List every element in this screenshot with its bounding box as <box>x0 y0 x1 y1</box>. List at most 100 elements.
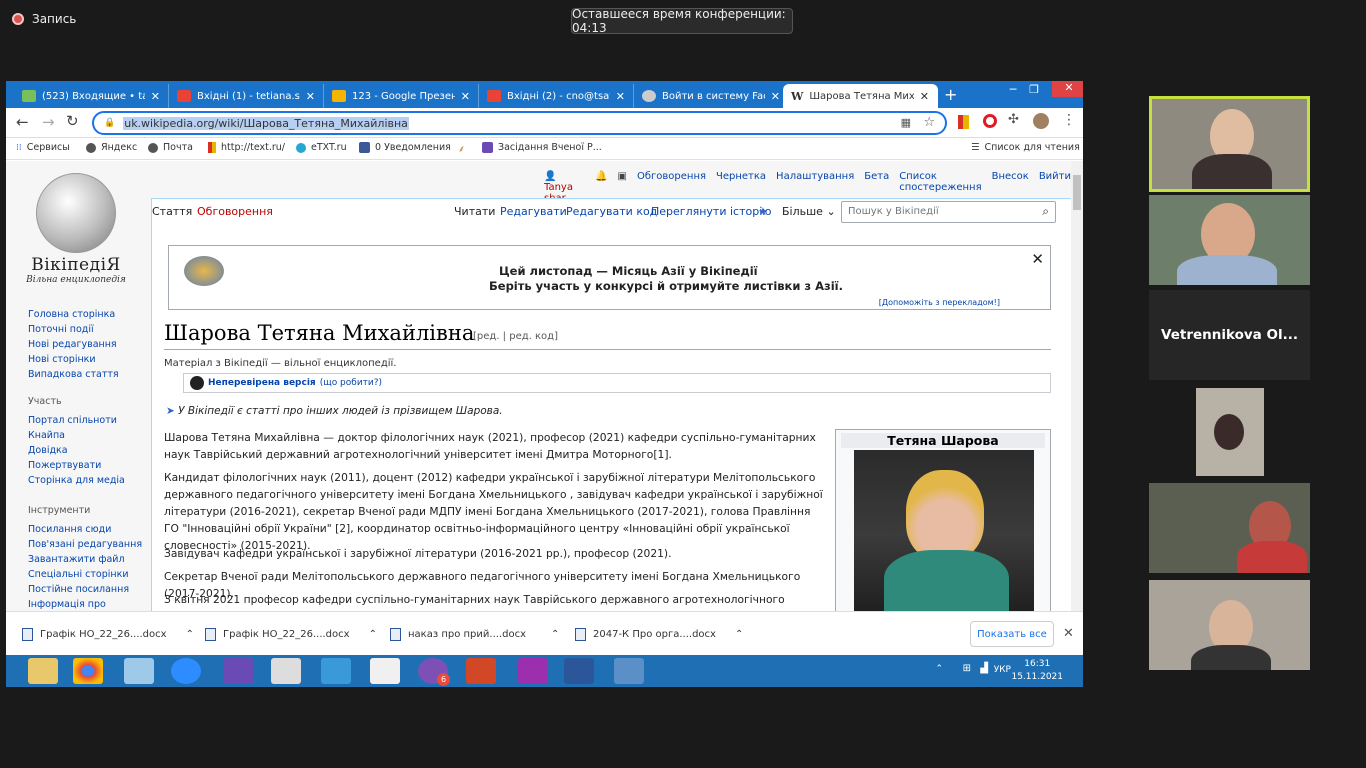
bookmark-item[interactable]: http://text.ru/ <box>208 142 285 153</box>
close-banner-icon[interactable]: ✕ <box>1031 250 1044 268</box>
system-clock[interactable]: 16:31 15.11.2021 <box>1011 658 1063 684</box>
extension-flag-icon[interactable] <box>958 115 969 129</box>
download-item[interactable]: 2047-К Про орга....docx ⌃ <box>575 628 743 641</box>
opera-icon[interactable] <box>983 114 997 128</box>
help-translate-link[interactable]: [Допоможіть з перекладом!] <box>879 298 1000 307</box>
language-indicator[interactable]: УКР <box>994 665 1011 675</box>
tab-read[interactable]: Читати <box>454 205 495 218</box>
word-icon[interactable] <box>564 658 594 684</box>
show-all-button[interactable]: Показать все <box>970 621 1054 647</box>
sidebar-link[interactable]: Випадкова стаття <box>28 369 119 380</box>
sidebar-link[interactable]: Головна сторінка <box>28 309 115 320</box>
close-tab-icon[interactable]: ✕ <box>616 90 625 103</box>
bookmark-item[interactable]: Яндекс <box>86 142 137 153</box>
tray-chevron-icon[interactable]: ⌃ <box>935 664 943 674</box>
sidebar-link[interactable]: Поточні події <box>28 324 94 335</box>
sidebar-link[interactable]: Нові сторінки <box>28 354 96 365</box>
bookmark-item[interactable]: Почта <box>148 142 193 153</box>
forward-icon[interactable]: → <box>42 113 55 131</box>
sidebar-link[interactable]: Кнайпа <box>28 430 65 441</box>
close-tab-icon[interactable]: ✕ <box>306 90 315 103</box>
chrome-icon[interactable] <box>73 658 103 684</box>
close-window-icon[interactable]: ✕ <box>1052 81 1083 97</box>
tab-edit[interactable]: Редагувати <box>500 205 567 218</box>
sidebar-link[interactable]: Посилання сюди <box>28 524 111 535</box>
participant-video[interactable] <box>1196 388 1264 476</box>
sidebar-link[interactable]: Інформація про <box>28 599 106 610</box>
chevron-up-icon[interactable]: ⌃ <box>551 629 559 640</box>
tab-more[interactable]: Більше ⌄ <box>782 205 836 218</box>
zoom-icon[interactable] <box>171 658 201 684</box>
participant-video[interactable] <box>1149 580 1310 670</box>
bookmark-item[interactable]: ⸙ <box>458 142 465 155</box>
qr-icon[interactable]: ▦ <box>901 116 911 129</box>
person-photo[interactable] <box>854 450 1034 611</box>
browser-tab-active[interactable]: WШарова Тетяна Михайл✕ <box>783 84 938 108</box>
monitor-icon[interactable] <box>321 658 351 684</box>
download-item[interactable]: Графік НО_22_26....docx ⌃ <box>22 628 194 641</box>
sidebar-link[interactable]: Постійне посилання <box>28 584 129 595</box>
close-tab-icon[interactable]: ✕ <box>920 90 929 103</box>
sidebar-link[interactable]: Пов'язані редагування <box>28 539 142 550</box>
network-icon[interactable]: ⊞ <box>963 663 971 674</box>
chevron-up-icon[interactable]: ⌃ <box>186 629 194 640</box>
browser-tab[interactable]: Вхідні (2) - cno@tsatu.e✕ <box>479 84 634 108</box>
tab-edit-source[interactable]: Редагувати код <box>566 205 657 218</box>
sidebar-link[interactable]: Пожертвувати <box>28 460 101 471</box>
unverified-link[interactable]: Неперевірена версія <box>208 378 316 388</box>
reading-list-button[interactable]: ☰ Список для чтения <box>971 142 1080 153</box>
close-tab-icon[interactable]: ✕ <box>461 90 470 103</box>
sidebar-link[interactable]: Сторінка для медіа <box>28 475 125 486</box>
back-icon[interactable]: ← <box>16 113 29 131</box>
participant-video[interactable] <box>1149 195 1310 285</box>
what-to-do-link[interactable]: (що робити?) <box>320 378 382 388</box>
wiki-search-input[interactable]: Пошук у Вікіпедії ⌕ <box>841 201 1056 223</box>
sidebar-link[interactable]: Довідка <box>28 445 68 456</box>
profile-avatar[interactable] <box>1033 113 1049 129</box>
calculator-icon[interactable] <box>271 658 301 684</box>
sidebar-link[interactable]: Нові редагування <box>28 339 117 350</box>
page-scrollbar[interactable] <box>1071 161 1083 611</box>
bookmark-item[interactable]: Засідання Вченої Р... <box>482 142 602 153</box>
reload-icon[interactable]: ↻ <box>66 112 79 130</box>
menu-kebab-icon[interactable]: ⋮ <box>1062 112 1076 128</box>
network-app-icon[interactable] <box>614 658 644 684</box>
extensions-puzzle-icon[interactable]: ✣ <box>1008 112 1019 127</box>
bookmark-item[interactable]: 0 Уведомления <box>359 142 451 153</box>
participant-video[interactable] <box>1149 483 1310 573</box>
participant-video-active[interactable] <box>1149 96 1310 192</box>
browser-tab[interactable]: 123 - Google Презентаці✕ <box>324 84 479 108</box>
browser-tab[interactable]: Вхідні (1) - tetiana.sharo✕ <box>169 84 324 108</box>
sidebar-link[interactable]: Завантажити файл <box>28 554 125 565</box>
powerpoint-icon[interactable] <box>466 658 496 684</box>
file-explorer-icon[interactable] <box>28 658 58 684</box>
notepad-icon[interactable] <box>124 658 154 684</box>
bookmark-item[interactable]: eTXT.ru <box>296 142 347 153</box>
url-input[interactable]: 🔒 uk.wikipedia.org/wiki/Шарова_Тетяна_Ми… <box>92 111 947 135</box>
signal-icon[interactable]: ▟ <box>980 663 988 674</box>
new-tab-button[interactable]: + <box>944 85 957 104</box>
edit-links[interactable]: [ред. | ред. код] <box>473 331 558 342</box>
close-tab-icon[interactable]: ✕ <box>151 90 160 103</box>
search-icon[interactable]: ⌕ <box>1042 204 1049 219</box>
watch-star-icon[interactable]: ★ <box>758 205 768 218</box>
participant-name-tile[interactable]: Vetrennikova Ol... <box>1149 290 1310 380</box>
download-item[interactable]: Графік НО_22_26....docx ⌃ <box>205 628 377 641</box>
browser-tab[interactable]: Войти в систему Faceboo✕ <box>634 84 789 108</box>
tab-article[interactable]: Стаття <box>152 205 192 218</box>
viber-icon[interactable]: 6 <box>418 658 450 686</box>
pen-icon[interactable] <box>370 658 400 684</box>
chevron-up-icon[interactable]: ⌃ <box>735 629 743 640</box>
pdf-icon[interactable] <box>518 658 548 684</box>
download-item[interactable]: наказ про прий....docx ⌃ <box>390 628 559 641</box>
sidebar-link[interactable]: Портал спільноти <box>28 415 117 426</box>
browser-tab[interactable]: (523) Входящие • tanya.✕ <box>14 84 169 108</box>
close-download-bar-icon[interactable]: ✕ <box>1063 626 1074 641</box>
close-tab-icon[interactable]: ✕ <box>771 90 780 103</box>
sidebar-link[interactable]: Спеціальні сторінки <box>28 569 129 580</box>
bookmark-item[interactable]: ⁞⁞ Сервисы <box>16 142 70 153</box>
bookmark-star-icon[interactable]: ☆ <box>923 115 935 130</box>
save-disk-icon[interactable] <box>223 658 253 684</box>
chevron-up-icon[interactable]: ⌃ <box>369 629 377 640</box>
tab-talk[interactable]: Обговорення <box>197 205 273 218</box>
